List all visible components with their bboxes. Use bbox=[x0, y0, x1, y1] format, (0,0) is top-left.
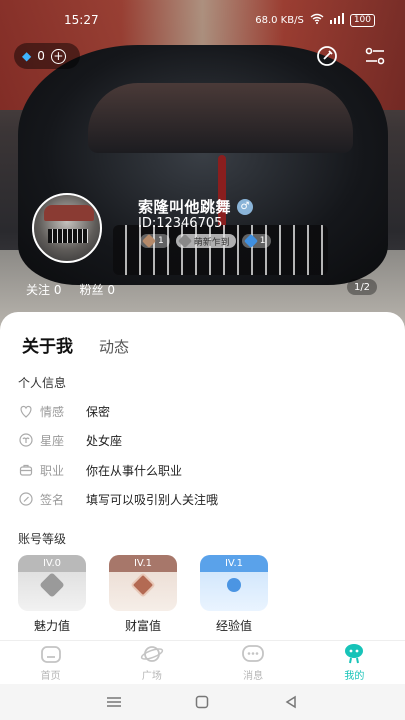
info-label: 签名 bbox=[40, 492, 65, 507]
tab-messages[interactable]: 消息 bbox=[203, 641, 304, 684]
zodiac-icon bbox=[18, 432, 34, 448]
info-value: 你在从事什么职业 bbox=[86, 463, 183, 478]
diamond-balance-button[interactable]: ◆ 0 + bbox=[14, 43, 80, 69]
bottom-tab-bar: 首页 广场 消息 我的 bbox=[0, 640, 405, 684]
info-value: 填写可以吸引别人关注哦 bbox=[86, 492, 219, 507]
photo-page-indicator: 1/2 bbox=[347, 279, 377, 295]
newcomer-badge: 萌新乍到 bbox=[175, 233, 236, 249]
system-nav-bar bbox=[0, 684, 405, 720]
signal-icon bbox=[329, 13, 344, 27]
level-tag: IV.1 bbox=[109, 555, 177, 572]
planet-icon bbox=[140, 643, 164, 665]
level-name: 魅力值 bbox=[33, 619, 70, 633]
info-value: 保密 bbox=[86, 404, 111, 419]
home-icon bbox=[39, 643, 63, 665]
tab-mine[interactable]: 我的 bbox=[304, 641, 405, 684]
car-windshield bbox=[88, 83, 353, 153]
wealth-level-card[interactable]: IV.1 财富值 bbox=[109, 555, 177, 635]
edit-profile-icon[interactable] bbox=[315, 44, 339, 68]
following-count: 0 bbox=[53, 283, 62, 297]
following-stat[interactable]: 关注 0 bbox=[26, 281, 61, 298]
tab-label: 我的 bbox=[344, 671, 365, 682]
profile-tabs: 关于我 动态 bbox=[22, 332, 129, 357]
chat-icon bbox=[241, 643, 265, 665]
avatar-background bbox=[44, 205, 94, 221]
settings-icon[interactable] bbox=[363, 44, 387, 68]
personal-info-title: 个人信息 bbox=[18, 376, 67, 390]
edit-icon bbox=[18, 491, 34, 507]
diamond-count: 0 bbox=[37, 49, 45, 63]
info-row-signature[interactable]: 签名 填写可以吸引别人关注哦 bbox=[18, 489, 388, 509]
car-grille bbox=[113, 225, 328, 275]
info-label: 星座 bbox=[40, 433, 65, 448]
charm-level-icon bbox=[39, 572, 65, 598]
fans-label: 粉丝 bbox=[79, 283, 104, 297]
level-name: 财富值 bbox=[124, 619, 161, 633]
info-value: 处女座 bbox=[86, 433, 123, 448]
avatar-car bbox=[48, 229, 88, 243]
experience-gem-icon bbox=[243, 233, 258, 249]
diamond-icon: ◆ bbox=[22, 49, 32, 63]
status-time: 15:27 bbox=[64, 13, 99, 27]
tab-about[interactable]: 关于我 bbox=[22, 332, 73, 357]
tab-label: 首页 bbox=[40, 671, 61, 682]
profile-content-card: 关于我 动态 个人信息 情感 保密 星座 处女座 职业 你在从事什么职业 签名 … bbox=[0, 312, 405, 640]
profile-icon bbox=[342, 643, 366, 665]
wifi-icon bbox=[310, 13, 324, 27]
level-tag: IV.0 bbox=[18, 555, 86, 572]
wealth-level-box: IV.1 bbox=[109, 555, 177, 611]
wealth-badge: 1 bbox=[140, 233, 170, 249]
tab-label: 广场 bbox=[141, 671, 162, 682]
avatar[interactable] bbox=[32, 193, 102, 263]
user-id: ID:12346705 bbox=[138, 216, 223, 231]
briefcase-icon bbox=[18, 462, 34, 478]
account-level-title: 账号等级 bbox=[18, 532, 67, 546]
wealth-gem-icon bbox=[141, 233, 157, 249]
follow-stats: 关注 0 粉丝 0 bbox=[26, 281, 115, 298]
experience-level-box: IV.1 bbox=[200, 555, 268, 611]
experience-level-card[interactable]: IV.1 经验值 bbox=[200, 555, 268, 635]
profile-hero: 15:27 68.0 KB/S 100 ◆ 0 + 索隆叫他跳舞 ♂ ID:12… bbox=[0, 0, 405, 330]
experience-badge: 1 bbox=[241, 233, 272, 249]
speed-indicator: 68.0 KB/S bbox=[255, 14, 304, 26]
badge-row: 1 萌新乍到 1 bbox=[140, 233, 272, 249]
newcomer-badge-label: 萌新乍到 bbox=[193, 237, 230, 248]
fans-stat[interactable]: 粉丝 0 bbox=[79, 281, 114, 298]
level-tag: IV.1 bbox=[200, 555, 268, 572]
status-bar: 15:27 68.0 KB/S 100 bbox=[0, 12, 405, 32]
level-name: 经验值 bbox=[215, 619, 252, 633]
charm-level-card[interactable]: IV.0 魅力值 bbox=[18, 555, 86, 635]
info-row-occupation[interactable]: 职业 你在从事什么职业 bbox=[18, 460, 388, 480]
following-label: 关注 bbox=[26, 283, 51, 297]
tab-home[interactable]: 首页 bbox=[0, 641, 101, 684]
fans-count: 0 bbox=[107, 283, 115, 297]
back-icon[interactable] bbox=[280, 691, 302, 713]
hero-actions bbox=[315, 44, 387, 68]
status-right: 68.0 KB/S 100 bbox=[255, 13, 375, 27]
menu-icon[interactable] bbox=[103, 691, 125, 713]
tab-label: 消息 bbox=[243, 671, 264, 682]
charm-level-box: IV.0 bbox=[18, 555, 86, 611]
battery-icon: 100 bbox=[349, 13, 375, 27]
info-label: 职业 bbox=[40, 463, 65, 478]
experience-level-icon bbox=[227, 578, 241, 592]
username-row: 索隆叫他跳舞 ♂ bbox=[138, 196, 254, 217]
heart-icon bbox=[18, 403, 34, 419]
info-row-emotion[interactable]: 情感 保密 bbox=[18, 401, 388, 421]
wealth-badge-value: 1 bbox=[158, 236, 164, 246]
plus-icon[interactable]: + bbox=[50, 48, 66, 64]
experience-badge-value: 1 bbox=[259, 236, 266, 246]
home-button-icon[interactable] bbox=[191, 691, 213, 713]
username: 索隆叫他跳舞 bbox=[138, 198, 232, 216]
info-label: 情感 bbox=[40, 404, 65, 419]
level-cards: IV.0 魅力值 IV.1 财富值 IV.1 经验值 bbox=[18, 555, 268, 635]
wealth-level-icon bbox=[130, 572, 156, 598]
info-row-zodiac[interactable]: 星座 处女座 bbox=[18, 430, 388, 450]
newcomer-gem-icon bbox=[177, 233, 192, 249]
tab-square[interactable]: 广场 bbox=[101, 641, 202, 684]
tab-moments[interactable]: 动态 bbox=[99, 336, 129, 357]
gender-icon: ♂ bbox=[237, 198, 254, 215]
